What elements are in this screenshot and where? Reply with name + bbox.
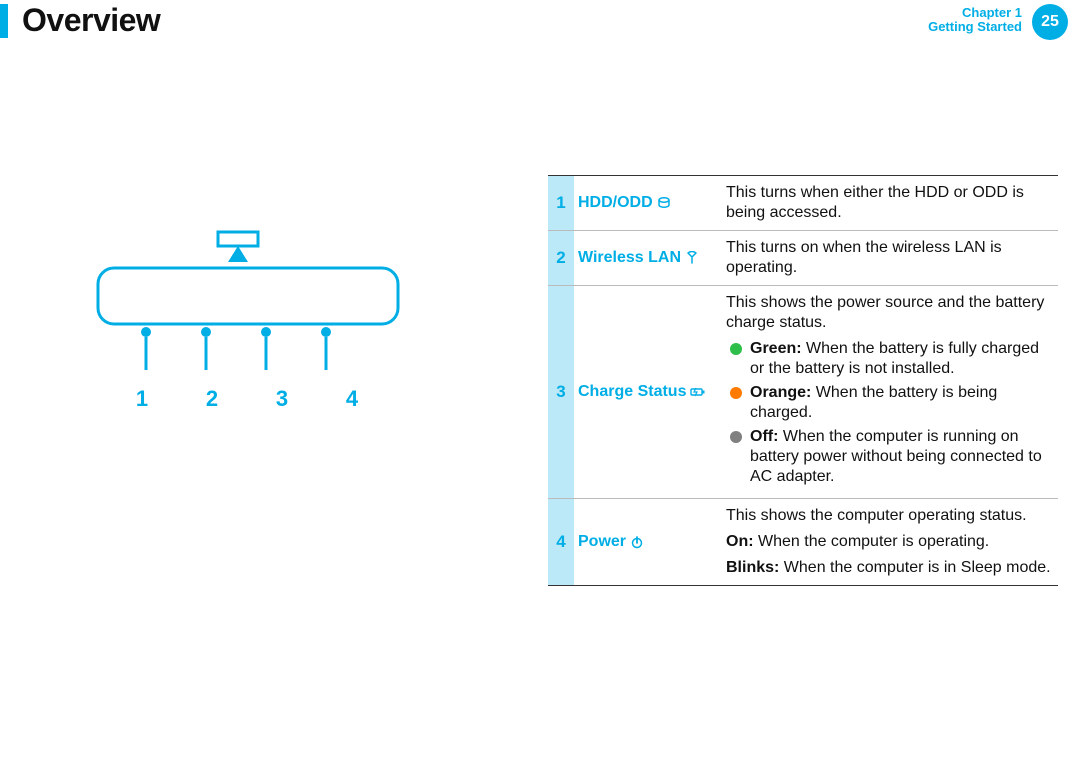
status-bullet-green: Green: When the battery is fully charged… — [730, 339, 1052, 379]
dot-grey-icon — [730, 431, 742, 443]
callout-2: 2 — [202, 385, 222, 413]
page-title: Overview — [22, 0, 160, 40]
row-number: 2 — [548, 231, 574, 285]
indicator-name-hdd: HDD/ODD — [574, 176, 718, 230]
indicator-table: 1 HDD/ODD This turns when either the HDD… — [548, 175, 1058, 586]
chapter-name: Getting Started — [928, 20, 1022, 34]
desc-text: This turns when either the HDD or ODD is… — [726, 183, 1052, 223]
indicator-diagram: 1 2 3 4 — [92, 230, 412, 450]
page-content: 1 2 3 4 1 HDD/ODD This turns when either… — [0, 40, 1080, 720]
indicator-label: Power — [578, 532, 626, 552]
title-accent-bar — [0, 4, 8, 38]
table-row: 1 HDD/ODD This turns when either the HDD… — [548, 176, 1058, 231]
bullet-text: Orange: When the battery is being charge… — [750, 383, 1052, 423]
indicator-name-wlan: Wireless LAN — [574, 231, 718, 285]
table-row: 2 Wireless LAN This turns on when the wi… — [548, 231, 1058, 286]
antenna-icon — [685, 251, 699, 265]
page-number: 25 — [1041, 12, 1059, 32]
indicator-desc: This shows the power source and the batt… — [718, 286, 1058, 498]
power-icon — [630, 535, 644, 549]
indicator-desc: This turns on when the wireless LAN is o… — [718, 231, 1058, 285]
callout-4: 4 — [342, 385, 362, 413]
row-number: 3 — [548, 286, 574, 498]
indicator-strip-svg — [92, 230, 412, 400]
page-header: Overview Chapter 1 Getting Started 25 — [0, 0, 1080, 40]
state-blinks: Blinks: When the computer is in Sleep mo… — [726, 558, 1052, 578]
bullet-text: Green: When the battery is fully charged… — [750, 339, 1052, 379]
page-number-badge: 25 — [1032, 4, 1068, 40]
bullet-text: Off: When the computer is running on bat… — [750, 427, 1052, 487]
row-number: 1 — [548, 176, 574, 230]
indicator-name-power: Power — [574, 499, 718, 585]
dot-orange-icon — [730, 387, 742, 399]
chapter-number: Chapter 1 — [928, 6, 1022, 20]
chapter-info: Chapter 1 Getting Started — [928, 6, 1022, 35]
cylinder-icon — [657, 196, 671, 210]
table-row: 3 Charge Status This shows the power sou… — [548, 286, 1058, 499]
desc-intro: This shows the computer operating status… — [726, 506, 1052, 526]
indicator-desc: This turns when either the HDD or ODD is… — [718, 176, 1058, 230]
diagram-callout-numbers: 1 2 3 4 — [92, 385, 412, 413]
row-number: 4 — [548, 499, 574, 585]
battery-charge-icon — [690, 385, 706, 399]
indicator-label: HDD/ODD — [578, 193, 653, 213]
indicator-name-charge: Charge Status — [574, 286, 718, 498]
dot-green-icon — [730, 343, 742, 355]
status-bullet-orange: Orange: When the battery is being charge… — [730, 383, 1052, 423]
state-on: On: When the computer is operating. — [726, 532, 1052, 552]
indicator-label: Wireless LAN — [578, 248, 681, 268]
callout-1: 1 — [132, 385, 152, 413]
table-row: 4 Power This shows the computer operatin… — [548, 499, 1058, 585]
desc-text: This turns on when the wireless LAN is o… — [726, 238, 1052, 278]
indicator-desc: This shows the computer operating status… — [718, 499, 1058, 585]
status-bullet-off: Off: When the computer is running on bat… — [730, 427, 1052, 487]
indicator-label: Charge Status — [578, 382, 686, 402]
callout-3: 3 — [272, 385, 292, 413]
desc-intro: This shows the power source and the batt… — [726, 293, 1052, 333]
